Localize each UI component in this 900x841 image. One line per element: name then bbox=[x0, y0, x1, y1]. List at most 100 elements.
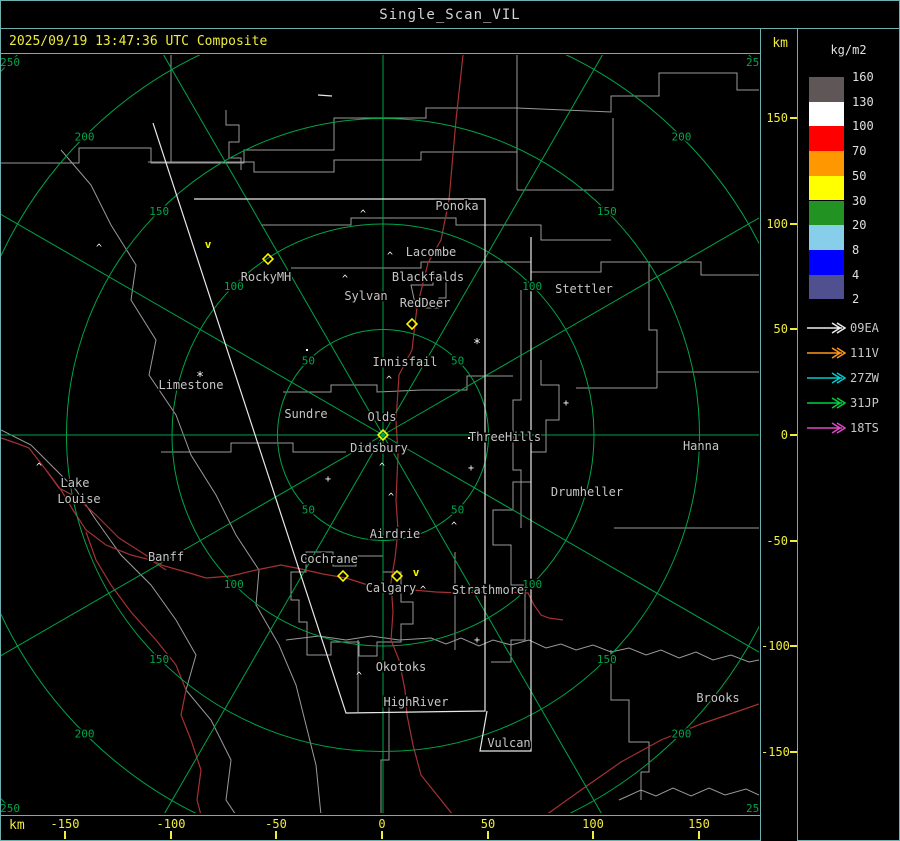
city-label: Airdrie bbox=[370, 527, 421, 541]
map-panel: 2025/09/19 13:47:36 UTC Composite 50 50 50… bbox=[0, 28, 761, 841]
caret-marker-icon: ^ bbox=[451, 521, 457, 532]
title-bar: Single_Scan_VIL bbox=[0, 0, 900, 29]
city-label: Sylvan bbox=[344, 289, 387, 303]
x-tick-label: 100 bbox=[582, 817, 604, 831]
color-scale-value: 70 bbox=[852, 144, 867, 159]
y-tick-mark bbox=[790, 540, 797, 542]
range-ring-label: 250 bbox=[746, 802, 759, 813]
range-ring-label: 250 bbox=[746, 56, 759, 69]
range-ring-label: 150 bbox=[597, 205, 617, 218]
radar-id-label: 31JP bbox=[850, 396, 879, 410]
city-label: Calgary bbox=[366, 581, 417, 595]
range-ring-label: 150 bbox=[149, 653, 169, 666]
city-label: Vulcan bbox=[487, 736, 530, 750]
city-label: Brooks bbox=[696, 691, 739, 705]
city-label: Sundre bbox=[284, 407, 327, 421]
plus-marker-icon: + bbox=[468, 463, 474, 474]
city-label: Stettler bbox=[555, 282, 613, 296]
color-scale-block bbox=[809, 101, 844, 127]
x-tick-mark bbox=[381, 831, 383, 839]
color-scale-value: 4 bbox=[852, 267, 860, 282]
y-tick-label: 50 bbox=[773, 322, 788, 336]
x-tick-mark bbox=[592, 831, 594, 839]
caret-marker-icon: ^ bbox=[36, 462, 42, 473]
caret-marker-icon: ^ bbox=[379, 462, 385, 473]
legend-panel: kg/m2 160 130 100 70 50 30 20 8 4 2 09EA 111V 27ZW 3… bbox=[797, 28, 900, 841]
y-tick-mark bbox=[790, 328, 797, 330]
radar-id-label: 09EA bbox=[850, 321, 879, 335]
y-tick-label: -50 bbox=[766, 534, 788, 548]
caret-marker-icon: ^ bbox=[342, 274, 348, 285]
color-scale-block bbox=[809, 77, 844, 102]
city-label: ThreeHills bbox=[469, 430, 541, 444]
y-tick-mark bbox=[790, 434, 797, 436]
color-scale-block bbox=[809, 249, 844, 275]
x-tick-mark bbox=[698, 831, 700, 839]
radar-arrow-icon bbox=[807, 322, 846, 334]
city-label: Olds bbox=[368, 410, 397, 424]
x-tick-mark bbox=[275, 831, 277, 839]
range-ring-label: 200 bbox=[75, 727, 95, 740]
y-tick-mark bbox=[790, 223, 797, 225]
map-canvas[interactable]: 5050505010010010010015015015015020020020… bbox=[1, 55, 759, 813]
city-label: Lacombe bbox=[406, 245, 457, 259]
y-tick-label: -100 bbox=[761, 639, 790, 653]
legend-unit-label: kg/m2 bbox=[830, 43, 867, 57]
city-label: Hanna bbox=[683, 439, 719, 453]
color-scale-block bbox=[809, 274, 844, 300]
caret-marker-icon: ^ bbox=[96, 243, 102, 254]
radar-arrow-icon bbox=[807, 397, 846, 409]
radar-legend-row: 111V bbox=[806, 346, 898, 360]
page-title: Single_Scan_VIL bbox=[379, 6, 521, 23]
x-tick-label: -50 bbox=[265, 817, 287, 831]
range-ring-label: 50 bbox=[302, 504, 315, 517]
radar-legend-row: 09EA bbox=[806, 321, 898, 335]
caret-marker-icon: ^ bbox=[387, 251, 393, 262]
range-ring-label: 100 bbox=[522, 578, 542, 591]
city-label: Louise bbox=[57, 492, 100, 506]
map-viewport[interactable]: 50 50 50 50 100 100 100 100 150 150 150 150 200 200 20… bbox=[1, 55, 759, 813]
range-ring-label: 100 bbox=[224, 578, 244, 591]
caret-marker-icon: ^ bbox=[356, 671, 362, 682]
range-ring-label: 50 bbox=[302, 354, 315, 367]
x-tick-label: -150 bbox=[50, 817, 80, 831]
y-tick-mark bbox=[790, 751, 797, 753]
x-tick-mark bbox=[487, 831, 489, 839]
range-ring-label: 50 bbox=[451, 354, 464, 367]
range-ring-label: 150 bbox=[597, 653, 617, 666]
caret-marker-icon: ^ bbox=[360, 209, 366, 220]
x-axis-unit-label: km bbox=[9, 818, 25, 833]
y-tick-label: -150 bbox=[761, 745, 790, 759]
plus-marker-icon: + bbox=[563, 398, 569, 409]
radar-legend-row: 27ZW bbox=[806, 371, 898, 385]
city-label: Lake bbox=[61, 476, 90, 490]
range-ring-label: 150 bbox=[149, 205, 169, 218]
radar-arrow-icon bbox=[807, 372, 846, 384]
dot-marker-icon bbox=[468, 437, 470, 439]
caret-marker-icon: ^ bbox=[420, 585, 426, 596]
radar-app-window: Single_Scan_VIL 2025/09/19 13:47:36 UTC … bbox=[0, 0, 900, 841]
city-label: Strathmore bbox=[452, 583, 524, 597]
city-label: Innisfail bbox=[372, 355, 437, 369]
radar-legend-row: 18TS bbox=[806, 421, 898, 435]
color-scale-block bbox=[809, 175, 844, 201]
y-axis: km 150 100 50 0 -50 -100 -150 bbox=[761, 28, 797, 841]
x-tick-label: 0 bbox=[378, 817, 386, 831]
color-scale-value: 100 bbox=[852, 119, 874, 134]
city-label: RockyMH bbox=[241, 270, 292, 284]
y-tick-mark bbox=[790, 117, 797, 119]
map-header-strip: 2025/09/19 13:47:36 UTC Composite bbox=[1, 29, 760, 54]
city-label: HighRiver bbox=[383, 695, 448, 709]
storm-motion-v-icon: v bbox=[205, 238, 212, 251]
y-tick-mark bbox=[790, 645, 797, 647]
color-scale-value: 50 bbox=[852, 168, 867, 183]
range-ring-label: 100 bbox=[522, 280, 542, 293]
x-axis: km -150 -100 -50 0 50 100 150 bbox=[1, 815, 760, 840]
radar-id-label: 18TS bbox=[850, 421, 879, 435]
caret-marker-icon: ^ bbox=[386, 375, 392, 386]
x-tick-mark bbox=[170, 831, 172, 839]
city-label: Banff bbox=[148, 550, 184, 564]
asterisk-marker-icon: * bbox=[196, 370, 204, 385]
color-scale-value: 160 bbox=[852, 70, 874, 84]
city-label: Okotoks bbox=[376, 660, 427, 674]
